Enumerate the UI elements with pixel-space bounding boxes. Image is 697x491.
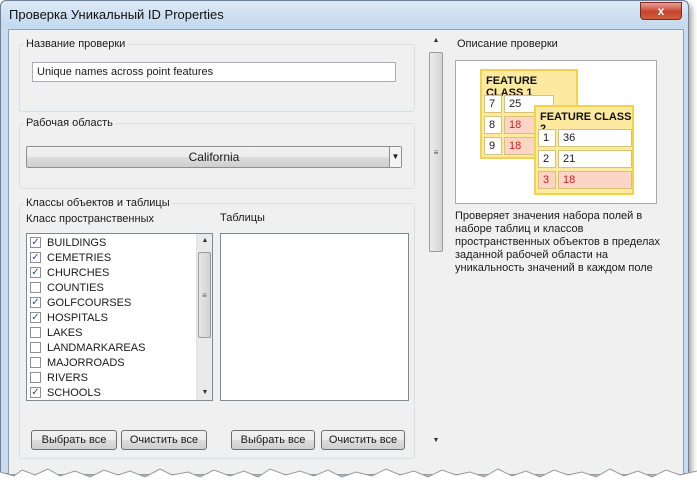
scroll-up-icon[interactable]: ▲ (197, 234, 213, 248)
checkbox-checked[interactable]: ✓ (30, 312, 41, 323)
checkbox-unchecked[interactable] (30, 327, 41, 338)
checkbox-unchecked[interactable] (30, 342, 41, 353)
tables-header: Таблицы (220, 212, 265, 224)
check-name-group: Название проверки Unique names across po… (19, 38, 415, 112)
title-bar: Проверка Уникальный ID Properties x (1, 1, 688, 28)
list-item-label: COUNTIES (47, 281, 104, 294)
list-item-label: CEMETRIES (47, 251, 112, 264)
fc2-cell: 36 (558, 129, 632, 147)
feature-class-2-card: FEATURE CLASS 2 1 36 2 21 3 18 (534, 105, 634, 195)
fc2-cell: 2 (538, 150, 556, 168)
form-scrollbar[interactable]: ▲ ≡ ▼ (428, 37, 444, 448)
description-illustration: FEATURE CLASS 1 7 25 8 18 9 18 FEATURE C… (455, 60, 657, 204)
workspace-group-label: Рабочая область (24, 117, 115, 130)
feature-classes-list[interactable]: ✓ BUILDINGS ✓ CEMETRIES ✓ CHURCHES COUNT… (26, 233, 213, 401)
dialog-client-area: Название проверки Unique names across po… (8, 29, 684, 475)
list-item-label: HOSPITALS (47, 311, 108, 324)
scroll-down-icon[interactable]: ▼ (197, 386, 213, 400)
checkbox-checked[interactable]: ✓ (30, 387, 41, 398)
fc1-cell: 7 (484, 95, 502, 113)
fc2-cell: 1 (538, 129, 556, 147)
list-item[interactable]: LAKES (30, 325, 82, 340)
list-item-label: MAJORROADS (47, 356, 125, 369)
list-item-label: GOLFCOURSES (47, 296, 132, 309)
list-item-label: RIVERS (47, 371, 88, 384)
list-item-label: LANDMARKAREAS (47, 341, 146, 354)
list-item[interactable]: ✓ SCHOOLS (30, 385, 101, 400)
description-label: Описание проверки (457, 38, 558, 50)
fc2-cell-duplicate: 18 (558, 171, 632, 189)
checkbox-checked[interactable]: ✓ (30, 267, 41, 278)
fc2-cell-duplicate: 3 (538, 171, 556, 189)
properties-window: Проверка Уникальный ID Properties x Назв… (0, 0, 689, 475)
window-title: Проверка Уникальный ID Properties (9, 7, 224, 22)
checkbox-checked[interactable]: ✓ (30, 297, 41, 308)
scroll-up-icon[interactable]: ▲ (428, 34, 444, 48)
fc1-cell: 9 (484, 137, 502, 155)
list-item[interactable]: COUNTIES (30, 280, 104, 295)
feature-classes-scrollbar[interactable]: ▲ ≡ ▼ (196, 234, 212, 400)
close-button[interactable]: x (640, 2, 682, 20)
check-name-input[interactable]: Unique names across point features (32, 62, 396, 82)
fc-select-all-button[interactable]: Выбрать все (31, 430, 117, 450)
checkbox-checked[interactable]: ✓ (30, 252, 41, 263)
checkbox-unchecked[interactable] (30, 282, 41, 293)
list-item[interactable]: ✓ HOSPITALS (30, 310, 108, 325)
tables-select-all-button[interactable]: Выбрать все (231, 430, 315, 450)
torn-edge-decoration (0, 468, 697, 491)
check-name-group-label: Название проверки (24, 38, 128, 51)
classes-group-label: Классы объектов и таблицы (24, 197, 172, 210)
checkbox-unchecked[interactable] (30, 357, 41, 368)
list-item[interactable]: ✓ CEMETRIES (30, 250, 111, 265)
scroll-down-icon[interactable]: ▼ (428, 434, 444, 448)
workspace-group: Рабочая область California ▼ (19, 117, 415, 189)
description-text: Проверяет значения набора полей в наборе… (455, 210, 660, 274)
tables-list[interactable] (220, 233, 409, 401)
workspace-selected-value: California (188, 150, 240, 164)
classes-group: Классы объектов и таблицы Класс простран… (19, 197, 415, 459)
fc-clear-all-button[interactable]: Очистить все (121, 430, 207, 450)
scroll-thumb[interactable]: ≡ (429, 52, 443, 252)
list-item-label: LAKES (47, 326, 83, 339)
workspace-dropdown[interactable]: California ▼ (26, 146, 402, 168)
checkbox-checked[interactable]: ✓ (30, 237, 41, 248)
tables-clear-all-button[interactable]: Очистить все (321, 430, 405, 450)
list-item-label: BUILDINGS (47, 236, 107, 249)
feature-classes-header: Класс пространственных объектов (26, 213, 154, 225)
list-item-label: SCHOOLS (47, 386, 101, 399)
list-item[interactable]: ✓ BUILDINGS (30, 235, 106, 250)
scroll-thumb[interactable]: ≡ (198, 252, 211, 338)
checkbox-unchecked[interactable] (30, 372, 41, 383)
list-item[interactable]: ✓ CHURCHES (30, 265, 109, 280)
list-item[interactable]: MAJORROADS (30, 355, 125, 370)
list-item[interactable]: ✓ GOLFCOURSES (30, 295, 131, 310)
fc1-cell: 8 (484, 116, 502, 134)
chevron-down-icon[interactable]: ▼ (389, 147, 401, 167)
list-item[interactable]: RIVERS (30, 370, 88, 385)
list-item-label: CHURCHES (47, 266, 110, 279)
list-item[interactable]: LANDMARKAREAS (30, 340, 145, 355)
fc2-cell: 21 (558, 150, 632, 168)
